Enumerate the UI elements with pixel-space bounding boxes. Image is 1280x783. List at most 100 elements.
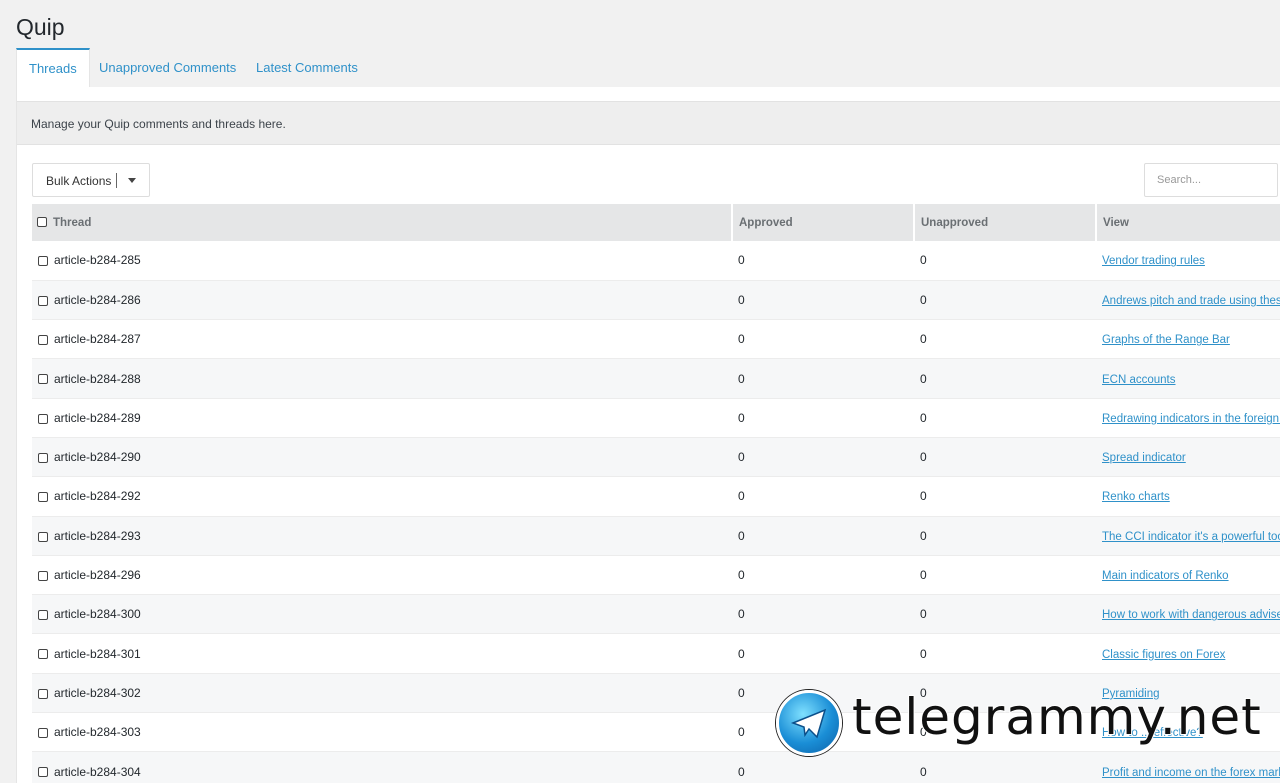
thread-id: article-b284-302 — [54, 685, 141, 700]
view-cell: Andrews pitch and trade using these — [1096, 280, 1280, 319]
thread-id: article-b284-300 — [54, 607, 141, 622]
view-cell: Spread indicator — [1096, 437, 1280, 476]
approved-count: 0 — [738, 528, 745, 543]
view-link[interactable]: Andrews pitch and trade using these — [1102, 295, 1280, 307]
table-row: article-b284-292 0 0 Renko charts — [32, 477, 1280, 517]
thread-cell: article-b284-286 — [32, 280, 732, 319]
approved-count: 0 — [738, 410, 745, 425]
approved-count: 0 — [738, 371, 745, 386]
table-row: article-b284-293 0 0 The CCI indicator it's… — [32, 516, 1280, 556]
row-checkbox[interactable] — [38, 610, 48, 621]
table-row: article-b284-289 0 0 Redrawing indicators i… — [32, 398, 1280, 438]
unapproved-count: 0 — [920, 410, 927, 425]
view-link[interactable]: Vendor trading rules — [1102, 255, 1205, 267]
view-link[interactable]: Profit and income on the forex marke — [1102, 767, 1280, 779]
thread-cell: article-b284-303 — [32, 713, 732, 752]
thread-id: article-b284-285 — [54, 253, 141, 268]
unapproved-count: 0 — [920, 450, 927, 465]
view-link[interactable]: Spread indicator — [1102, 452, 1186, 464]
row-checkbox[interactable] — [38, 767, 48, 778]
unapproved-count: 0 — [920, 489, 927, 504]
select-all-checkbox[interactable] — [37, 217, 47, 228]
view-link[interactable]: Main indicators of Renko — [1102, 570, 1229, 582]
unapproved-count: 0 — [920, 332, 927, 347]
view-cell: Graphs of the Range Bar — [1096, 320, 1280, 359]
thread-id: article-b284-289 — [54, 410, 141, 425]
row-checkbox[interactable] — [38, 728, 48, 739]
thread-id: article-b284-288 — [54, 371, 141, 386]
table-row: article-b284-301 0 0 Classic figures on For… — [32, 634, 1280, 674]
column-header-approved: Approved — [732, 204, 915, 241]
thread-cell: article-b284-301 — [32, 634, 732, 673]
approved-count: 0 — [738, 292, 745, 307]
column-header-thread: Thread — [32, 204, 733, 241]
thread-cell: article-b284-288 — [32, 359, 732, 398]
row-checkbox[interactable] — [38, 492, 48, 503]
unapproved-count: 0 — [920, 528, 927, 543]
divider — [116, 173, 117, 188]
chevron-down-icon — [128, 178, 136, 183]
approved-count: 0 — [738, 607, 745, 622]
thread-id: article-b284-304 — [54, 764, 141, 779]
row-checkbox[interactable] — [38, 256, 48, 267]
row-checkbox[interactable] — [38, 570, 48, 581]
view-cell: How to work with dangerous adviser — [1096, 595, 1280, 634]
search-input[interactable] — [1144, 163, 1278, 197]
table-header-row: Thread Approved Unapproved View — [32, 204, 1280, 241]
view-link[interactable]: Classic figures on Forex — [1102, 649, 1225, 661]
tab-unapproved-comments[interactable]: Unapproved Comments — [87, 48, 248, 88]
column-header-view: View — [1103, 216, 1129, 229]
view-link[interactable]: Renko charts — [1102, 491, 1170, 503]
view-link[interactable]: How to work with dangerous adviser — [1102, 609, 1280, 621]
view-link[interactable]: Redrawing indicators in the foreign e — [1102, 413, 1280, 425]
view-link[interactable]: The CCI indicator it's a powerful tool — [1102, 531, 1280, 543]
thread-id: article-b284-296 — [54, 568, 141, 583]
view-link[interactable]: ECN accounts — [1102, 374, 1176, 386]
bulk-actions-dropdown[interactable]: Bulk Actions — [32, 163, 150, 197]
unapproved-count: 0 — [920, 646, 927, 661]
row-checkbox[interactable] — [38, 452, 48, 463]
tab-bar: Threads Unapproved Comments Latest Comme… — [16, 48, 1280, 89]
thread-cell: article-b284-302 — [32, 673, 732, 712]
row-checkbox[interactable] — [38, 649, 48, 660]
table-row: article-b284-288 0 0 ECN accounts — [32, 358, 1280, 399]
unapproved-count: 0 — [920, 253, 927, 268]
tab-threads[interactable]: Threads — [16, 48, 90, 89]
column-header-unapproved: Unapproved — [914, 204, 1097, 241]
column-label-thread: Thread — [53, 216, 92, 229]
thread-id: article-b284-301 — [54, 646, 141, 661]
thread-cell: article-b284-293 — [32, 516, 732, 555]
thread-id: article-b284-293 — [54, 528, 141, 543]
tab-latest-comments[interactable]: Latest Comments — [244, 48, 370, 88]
view-cell: Renko charts — [1096, 477, 1280, 516]
approved-count: 0 — [738, 332, 745, 347]
threads-panel: Manage your Quip comments and threads he… — [16, 87, 1280, 783]
table-row: article-b284-290 0 0 Spread indicator — [32, 437, 1280, 477]
row-checkbox[interactable] — [38, 335, 48, 346]
view-cell: Main indicators of Renko — [1096, 555, 1280, 594]
view-cell: Classic figures on Forex — [1096, 634, 1280, 673]
thread-cell: article-b284-290 — [32, 437, 732, 476]
thread-id: article-b284-290 — [54, 450, 141, 465]
row-checkbox[interactable] — [38, 531, 48, 542]
row-checkbox[interactable] — [38, 295, 48, 306]
thread-cell: article-b284-304 — [32, 752, 732, 783]
description-notice: Manage your Quip comments and threads he… — [17, 101, 1280, 145]
bulk-actions-label: Bulk Actions — [46, 174, 112, 188]
view-cell: The CCI indicator it's a powerful tool — [1096, 516, 1280, 555]
unapproved-count: 0 — [920, 607, 927, 622]
table-row: article-b284-285 0 0 Vendor trading rules — [32, 241, 1280, 281]
row-checkbox[interactable] — [38, 688, 48, 699]
row-checkbox[interactable] — [38, 413, 48, 424]
thread-id: article-b284-286 — [54, 292, 141, 307]
approved-count: 0 — [738, 646, 745, 661]
watermark: telegrammy.net — [776, 687, 1276, 758]
thread-cell: article-b284-289 — [32, 398, 732, 437]
view-cell: Vendor trading rules — [1096, 241, 1280, 280]
row-checkbox[interactable] — [38, 374, 48, 385]
thread-cell: article-b284-292 — [32, 477, 732, 516]
table-row: article-b284-286 0 0 Andrews pitch and trad… — [32, 280, 1280, 320]
thread-cell: article-b284-287 — [32, 320, 732, 359]
view-link[interactable]: Graphs of the Range Bar — [1102, 334, 1230, 346]
view-cell: ECN accounts — [1096, 359, 1280, 398]
